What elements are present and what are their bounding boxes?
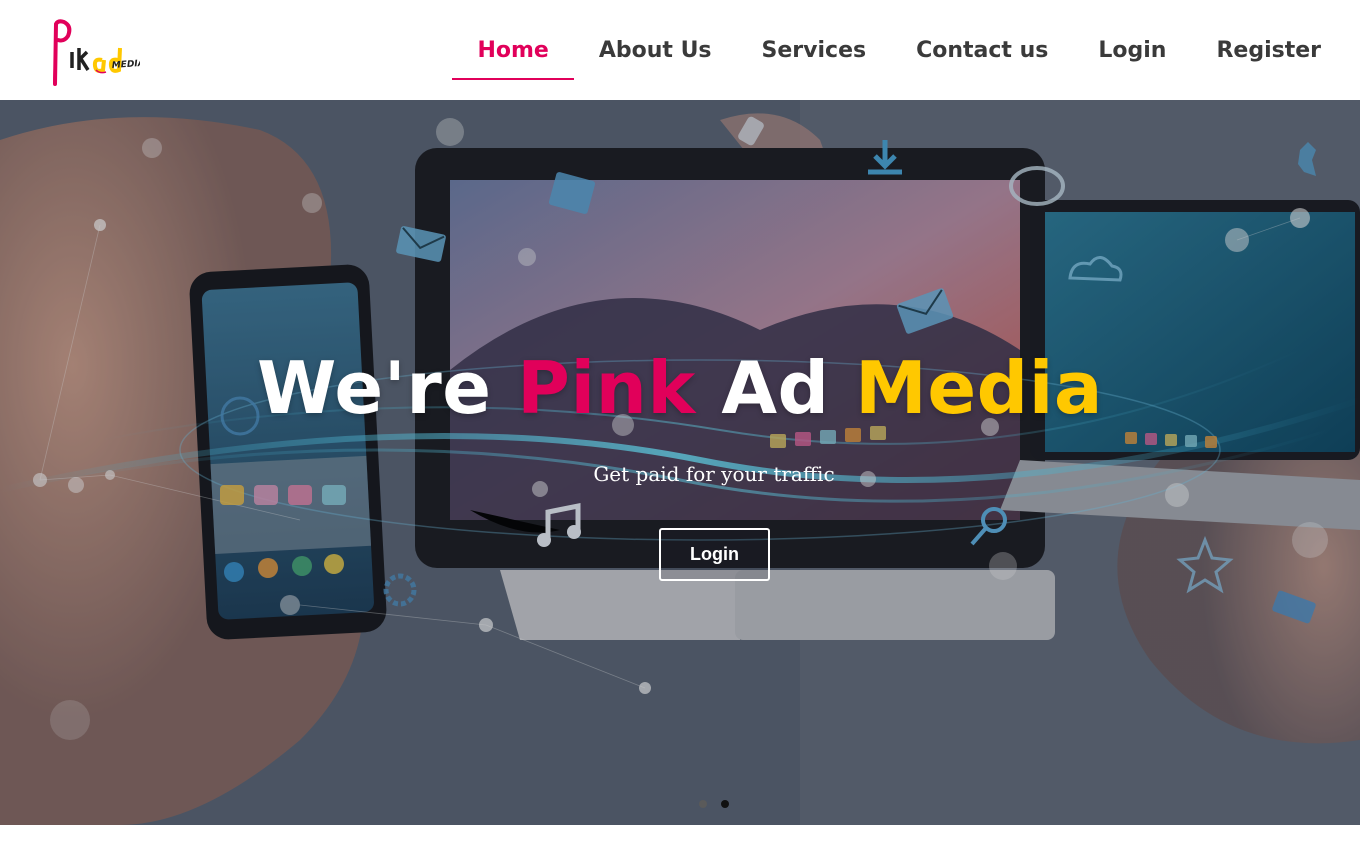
nav-register[interactable]: Register bbox=[1191, 0, 1346, 100]
nav-login[interactable]: Login bbox=[1073, 0, 1191, 100]
hero-title: We're Pink Ad Media bbox=[0, 346, 1360, 430]
main-nav: Home About Us Services Contact us Login … bbox=[452, 0, 1346, 100]
hero-subtitle-container: Get paid for your traffic bbox=[0, 462, 1360, 486]
hero-subtitle: Get paid for your traffic bbox=[593, 462, 835, 486]
nav-contact-us[interactable]: Contact us bbox=[891, 0, 1073, 100]
site-header: MEDIA Home About Us Services Contact us … bbox=[0, 0, 1360, 100]
hero-title-ad: Ad bbox=[695, 346, 856, 430]
carousel-dot-1[interactable] bbox=[699, 800, 707, 808]
carousel-dot-2[interactable] bbox=[721, 800, 729, 808]
hero-slider: We're Pink Ad Media Get paid for your tr… bbox=[0, 100, 1360, 825]
hero-title-were: We're bbox=[257, 346, 518, 430]
carousel-indicators bbox=[699, 800, 729, 808]
hero-title-media: Media bbox=[855, 346, 1103, 430]
nav-about-us[interactable]: About Us bbox=[574, 0, 737, 100]
site-logo[interactable]: MEDIA bbox=[50, 18, 145, 86]
nav-services[interactable]: Services bbox=[737, 0, 892, 100]
page-bottom-strip bbox=[0, 825, 1360, 855]
svg-text:MEDIA: MEDIA bbox=[112, 59, 140, 71]
hero-login-button[interactable]: Login bbox=[659, 528, 770, 581]
pink-ad-media-logo: MEDIA bbox=[53, 19, 145, 86]
hero-title-pink: Pink bbox=[517, 346, 696, 430]
nav-home[interactable]: Home bbox=[452, 0, 575, 100]
